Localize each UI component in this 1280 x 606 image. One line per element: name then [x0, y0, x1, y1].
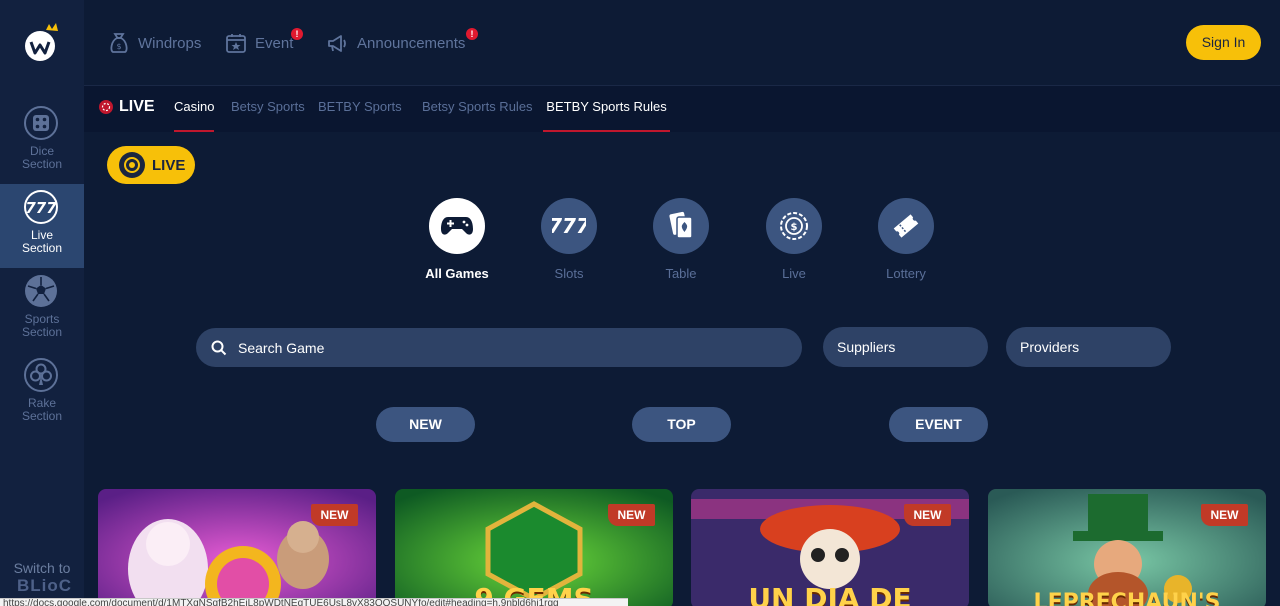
- casino-chip-icon: $: [766, 198, 822, 254]
- windrops-label: Windrops: [138, 34, 202, 52]
- gamepad-icon: [429, 198, 485, 254]
- money-bag-icon: $: [110, 33, 128, 53]
- sidebar-item-live[interactable]: 777 Live Section: [0, 184, 84, 268]
- announcements-label: Announcements: [357, 34, 466, 52]
- sidebar-item-rake[interactable]: Rake Section: [0, 352, 84, 436]
- suppliers-dropdown[interactable]: Suppliers: [823, 327, 988, 367]
- live-indicator-label: LIVE: [119, 98, 155, 115]
- soccer-ball-icon: [25, 275, 57, 307]
- tab-betsy-sports-rules[interactable]: Betsy Sports Rules: [422, 86, 533, 132]
- providers-dropdown[interactable]: Providers: [1006, 327, 1171, 367]
- svg-text:777: 777: [25, 199, 57, 217]
- search-input[interactable]: [238, 339, 758, 356]
- search-bar: [196, 328, 802, 367]
- category-slots[interactable]: 777 Slots: [513, 198, 625, 281]
- section-tabbar: LIVE Casino Betsy Sports BETBY Sports Be…: [84, 86, 1280, 132]
- live-indicator: LIVE: [98, 98, 155, 116]
- category-label: Lottery: [886, 266, 926, 281]
- live-filter-pill[interactable]: LIVE: [107, 146, 195, 184]
- switch-to-label[interactable]: Switch to: [0, 560, 84, 576]
- category-lottery[interactable]: Lottery: [850, 198, 962, 281]
- tab-betby-sports-rules[interactable]: BETBY Sports Rules: [543, 86, 670, 132]
- category-label: Live: [782, 266, 806, 281]
- svg-text:$: $: [116, 42, 121, 51]
- category-label: All Games: [425, 266, 489, 281]
- new-badge: NEW: [311, 504, 358, 526]
- dice-icon: [24, 106, 58, 140]
- casino-chip-icon: [119, 152, 145, 178]
- slots-777-icon: 777: [541, 198, 597, 254]
- announcements-notification-badge: !: [466, 28, 478, 40]
- category-label: Slots: [554, 266, 584, 281]
- game-card[interactable]: NEW: [98, 489, 376, 606]
- live-777-icon: 777: [24, 190, 58, 224]
- game-card[interactable]: LEPRECHAUN'S NEW: [988, 489, 1266, 606]
- game-title: UN DIA DE: [748, 582, 912, 606]
- tab-betsy-sports[interactable]: Betsy Sports: [231, 86, 305, 132]
- tab-casino[interactable]: Casino: [174, 86, 215, 132]
- brand-logo[interactable]: [22, 20, 62, 64]
- sidebar: Dice Section 777 Live Section Sports Sec…: [0, 0, 84, 606]
- new-badge: NEW: [1201, 504, 1248, 526]
- new-badge: NEW: [904, 504, 951, 526]
- new-badge: NEW: [608, 504, 655, 526]
- announcements-link[interactable]: Announcements: [326, 30, 465, 56]
- event-notification-badge: !: [291, 28, 303, 40]
- game-card[interactable]: 9 GEMS NEW: [395, 489, 673, 606]
- switch-brand-logo[interactable]: BLioC: [17, 576, 72, 596]
- event-label: Event: [255, 34, 294, 52]
- game-title: LEPRECHAUN'S: [1033, 590, 1221, 606]
- category-label: Table: [665, 266, 697, 281]
- live-chip-icon: [99, 100, 113, 114]
- filter-top-button[interactable]: TOP: [632, 407, 731, 442]
- sidebar-item-label: Live Section: [21, 228, 63, 255]
- tab-betby-sports[interactable]: BETBY Sports: [318, 86, 402, 132]
- sidebar-item-label: Rake Section: [21, 396, 63, 423]
- top-navbar: $ Windrops Event ! Announcements ! Sign …: [84, 0, 1280, 86]
- windrops-link[interactable]: $ Windrops: [107, 30, 201, 56]
- cards-icon: [653, 198, 709, 254]
- sign-in-button[interactable]: Sign In: [1186, 25, 1261, 60]
- category-live[interactable]: $ Live: [738, 198, 850, 281]
- game-card[interactable]: UN DIA DE NEW: [691, 489, 969, 606]
- sidebar-item-label: Dice Section: [21, 144, 63, 171]
- category-all-games[interactable]: All Games: [401, 198, 513, 281]
- sidebar-item-label: Sports Section: [21, 312, 63, 339]
- live-pill-label: LIVE: [152, 156, 186, 174]
- megaphone-icon: [328, 35, 346, 52]
- sidebar-item-dice[interactable]: Dice Section: [0, 100, 84, 184]
- search-icon: [211, 340, 227, 355]
- filter-event-button[interactable]: EVENT: [889, 407, 988, 442]
- browser-status-url: https://docs.google.com/document/d/1MTXq…: [0, 598, 628, 606]
- svg-text:777: 777: [552, 215, 586, 237]
- sidebar-item-sports[interactable]: Sports Section: [0, 268, 84, 352]
- ticket-icon: [878, 198, 934, 254]
- event-link[interactable]: Event: [224, 30, 293, 56]
- svg-text:$: $: [791, 222, 798, 233]
- clubs-icon: [24, 358, 58, 392]
- filter-new-button[interactable]: NEW: [376, 407, 475, 442]
- category-table[interactable]: Table: [625, 198, 737, 281]
- calendar-icon: [226, 34, 246, 53]
